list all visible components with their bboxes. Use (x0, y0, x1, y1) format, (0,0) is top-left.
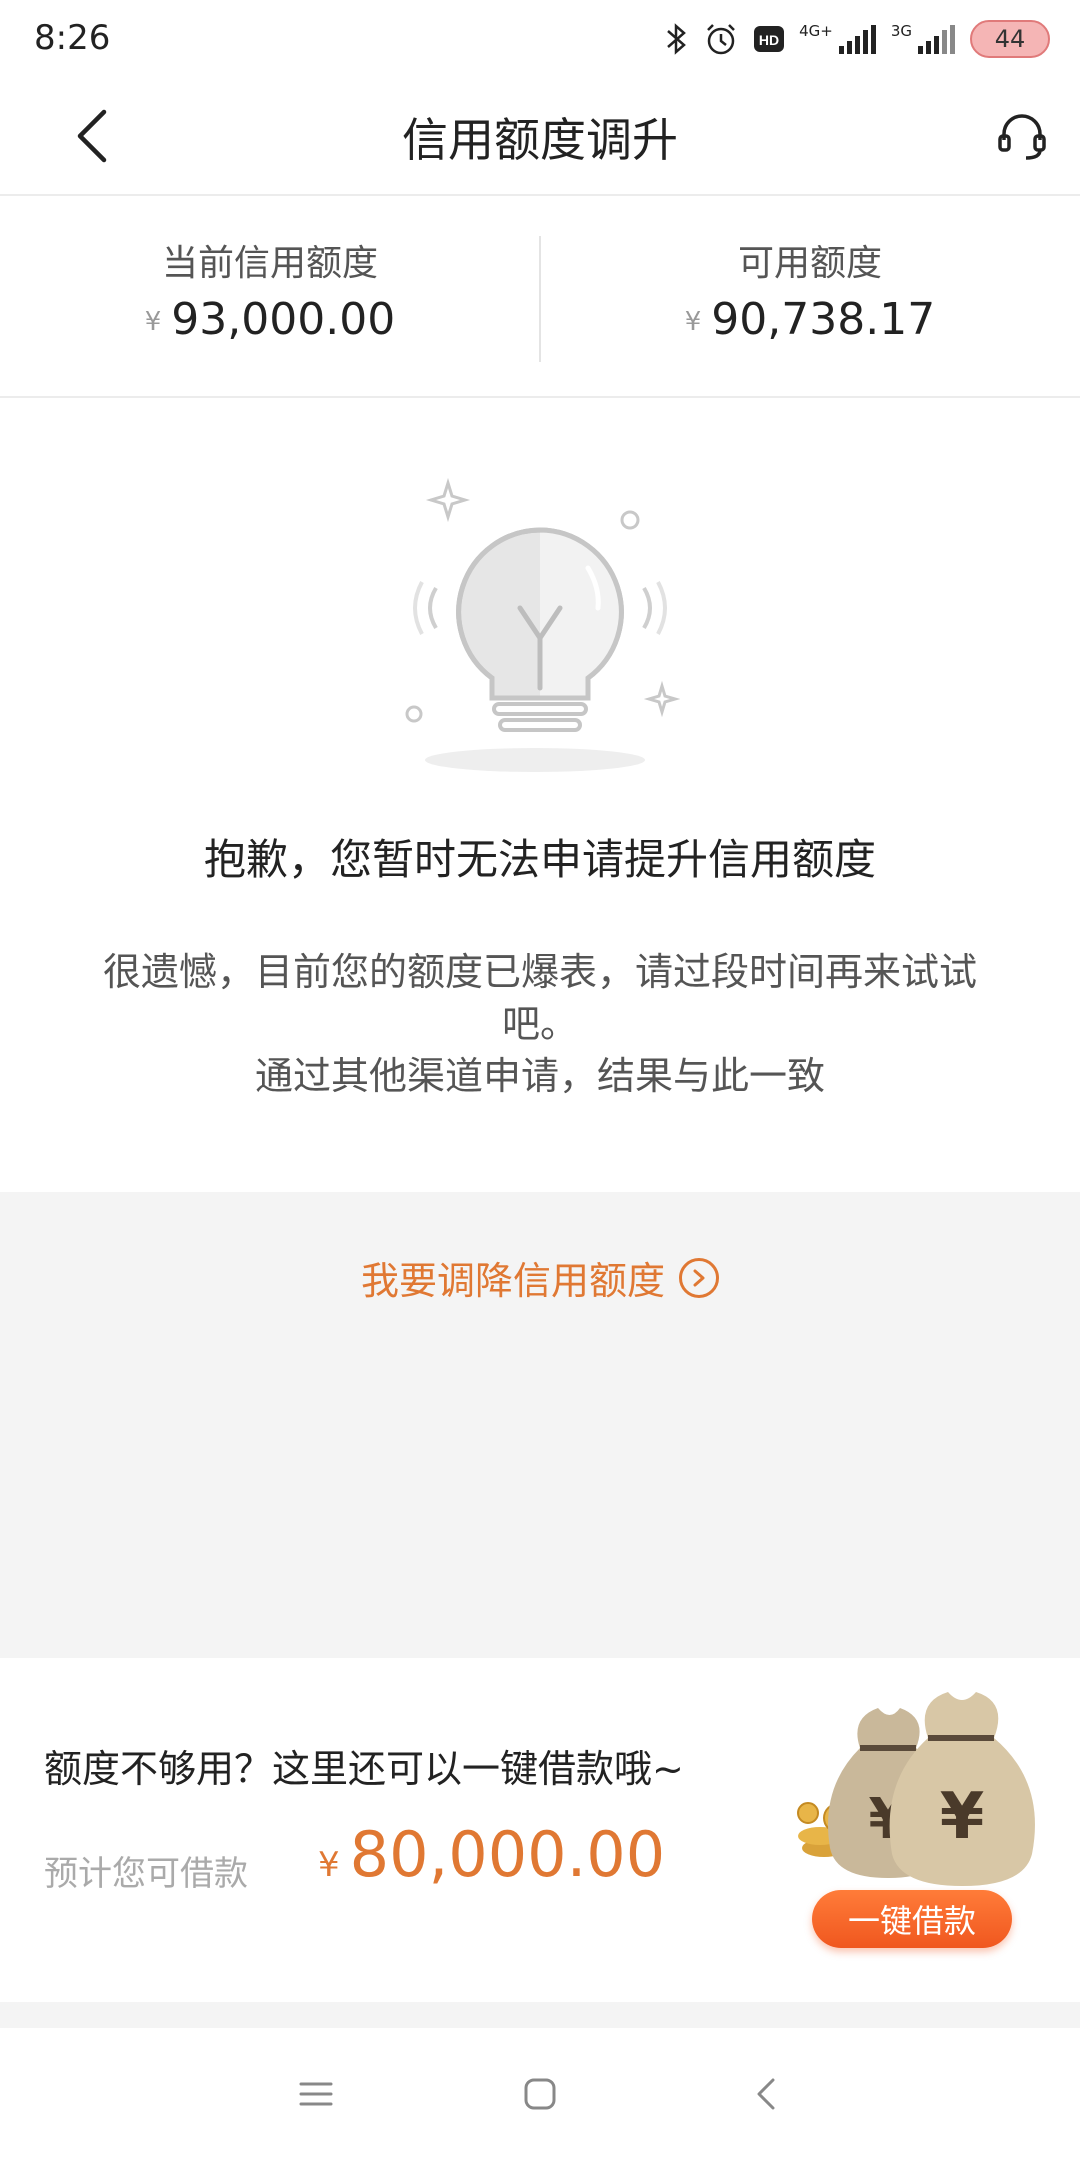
current-limit-currency: ¥ (144, 307, 162, 337)
current-limit-value-row: ¥93,000.00 (0, 294, 540, 345)
current-limit-label: 当前信用额度 (161, 243, 378, 284)
network-4g-label: 4G+ (799, 22, 833, 40)
lower-limit-label: 我要调降信用额度 (360, 1259, 665, 1303)
nav-home-button[interactable] (510, 2064, 570, 2124)
credit-summary: 当前信用额度 ¥93,000.00 可用额度 ¥90,738.17 (0, 198, 1080, 398)
status-icons: HD 4G+ 3G 44 (665, 14, 1050, 64)
nav-menu-button[interactable] (286, 2064, 346, 2124)
available-limit-value-row: ¥90,738.17 (540, 294, 1080, 345)
nav-separator (0, 2002, 1080, 2028)
one-click-loan-button[interactable]: 一键借款 (812, 1890, 1012, 1948)
battery-level: 44 (994, 25, 1026, 53)
loan-estimate-label: 预计您可借款 (44, 1854, 248, 1894)
bluetooth-icon (667, 23, 686, 55)
headset-icon (998, 114, 1046, 160)
message-line-2: 通过其他渠道申请，结果与此一致 (254, 1054, 825, 1098)
svg-text:¥: ¥ (940, 1780, 985, 1854)
lightbulb-illustration (405, 478, 680, 772)
current-limit-value: 93,000.00 (171, 294, 396, 345)
status-time: 8:26 (34, 18, 111, 58)
hd-icon: HD (754, 26, 785, 52)
network-4g-icon: 4G+ (799, 24, 877, 54)
chevron-right-circle-icon (679, 1257, 719, 1298)
lower-limit-link[interactable]: 我要调降信用额度 (0, 1250, 1080, 1305)
loan-currency: ¥ (318, 1845, 340, 1885)
message-line-1: 很遗憾，目前您的额度已爆表，请过段时间再来试试吧。 (102, 950, 977, 1046)
system-nav-bar (0, 2028, 1080, 2160)
network-3g-label: 3G (890, 22, 912, 40)
customer-service-button[interactable] (990, 104, 1054, 168)
back-triangle-icon (757, 2078, 775, 2110)
available-limit-value: 90,738.17 (711, 294, 936, 345)
battery-icon: 44 (970, 20, 1050, 58)
signal-icon-2 (918, 25, 955, 54)
loan-amount: ¥80,000.00 (318, 1818, 665, 1891)
svg-text:HD: HD (759, 32, 779, 48)
nav-back-button[interactable] (736, 2064, 796, 2124)
available-limit-block: 可用额度 ¥90,738.17 (540, 198, 1080, 398)
money-bags-icon: ¥ ¥ (797, 1692, 1035, 1886)
available-limit-currency: ¥ (684, 307, 702, 337)
message-title: 抱歉，您暂时无法申请提升信用额度 (203, 835, 876, 884)
loan-amount-value: 80,000.00 (349, 1818, 666, 1891)
alarm-icon (707, 24, 735, 55)
current-limit-block: 当前信用额度 ¥93,000.00 (0, 198, 540, 398)
page-title: 信用额度调升 (402, 113, 678, 167)
status-bar: 8:26 HD 4G+ 3G 44 (0, 0, 1080, 76)
menu-icon (299, 2082, 333, 2106)
loan-card[interactable]: 额度不够用？这里还可以一键借款哦~ 预计您可借款 ¥80,000.00 ¥ ¥ … (0, 1658, 1080, 2002)
loan-title: 额度不够用？这里还可以一键借款哦~ (44, 1747, 684, 1791)
available-limit-label: 可用额度 (737, 243, 882, 284)
home-square-icon (524, 2078, 556, 2110)
network-3g-icon: 3G (891, 24, 956, 54)
signal-icon (838, 25, 876, 54)
gray-section: 我要调降信用额度 (0, 1192, 1080, 1658)
message-body: 很遗憾，目前您的额度已爆表，请过段时间再来试试吧。 通过其他渠道申请，结果与此一… (70, 946, 1010, 1102)
header: 信用额度调升 (0, 76, 1080, 196)
